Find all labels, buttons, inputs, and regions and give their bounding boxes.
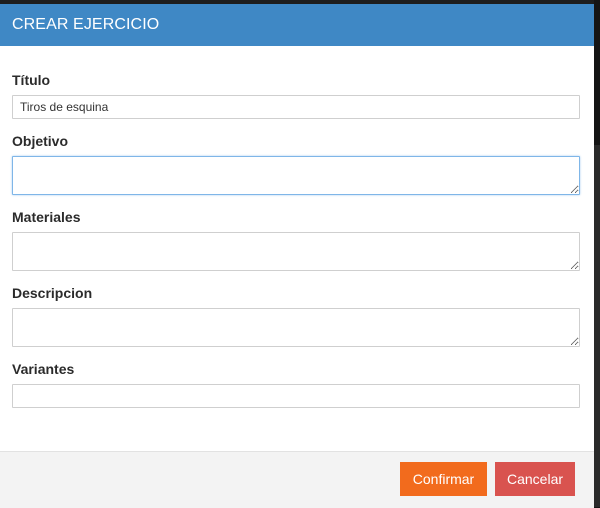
- descripcion-label: Descripcion: [12, 285, 93, 301]
- descripcion-field-group: Descripcion: [12, 285, 580, 347]
- variantes-input[interactable]: [12, 384, 580, 408]
- modal-header: CREAR EJERCICIO: [0, 4, 594, 46]
- backdrop-stripe: [594, 145, 600, 507]
- confirm-button[interactable]: Confirmar: [400, 462, 487, 496]
- titulo-input[interactable]: [12, 95, 580, 119]
- descripcion-textarea[interactable]: [12, 308, 580, 347]
- variantes-label: Variantes: [12, 361, 75, 377]
- objetivo-field-group: Objetivo: [12, 133, 580, 195]
- modal-footer: Confirmar Cancelar: [0, 451, 594, 508]
- modal-body: Título Objetivo Materiales Descripcion V…: [0, 46, 594, 408]
- cancel-button[interactable]: Cancelar: [495, 462, 575, 496]
- titulo-label: Título: [12, 72, 51, 88]
- modal-title: CREAR EJERCICIO: [12, 16, 160, 33]
- create-exercise-modal: CREAR EJERCICIO Título Objetivo Material…: [0, 4, 594, 508]
- materiales-field-group: Materiales: [12, 209, 580, 271]
- titulo-field-group: Título: [12, 72, 580, 119]
- backdrop: [594, 0, 600, 508]
- materiales-textarea[interactable]: [12, 232, 580, 271]
- materiales-label: Materiales: [12, 209, 81, 225]
- variantes-field-group: Variantes: [12, 361, 580, 408]
- objetivo-label: Objetivo: [12, 133, 69, 149]
- objetivo-textarea[interactable]: [12, 156, 580, 195]
